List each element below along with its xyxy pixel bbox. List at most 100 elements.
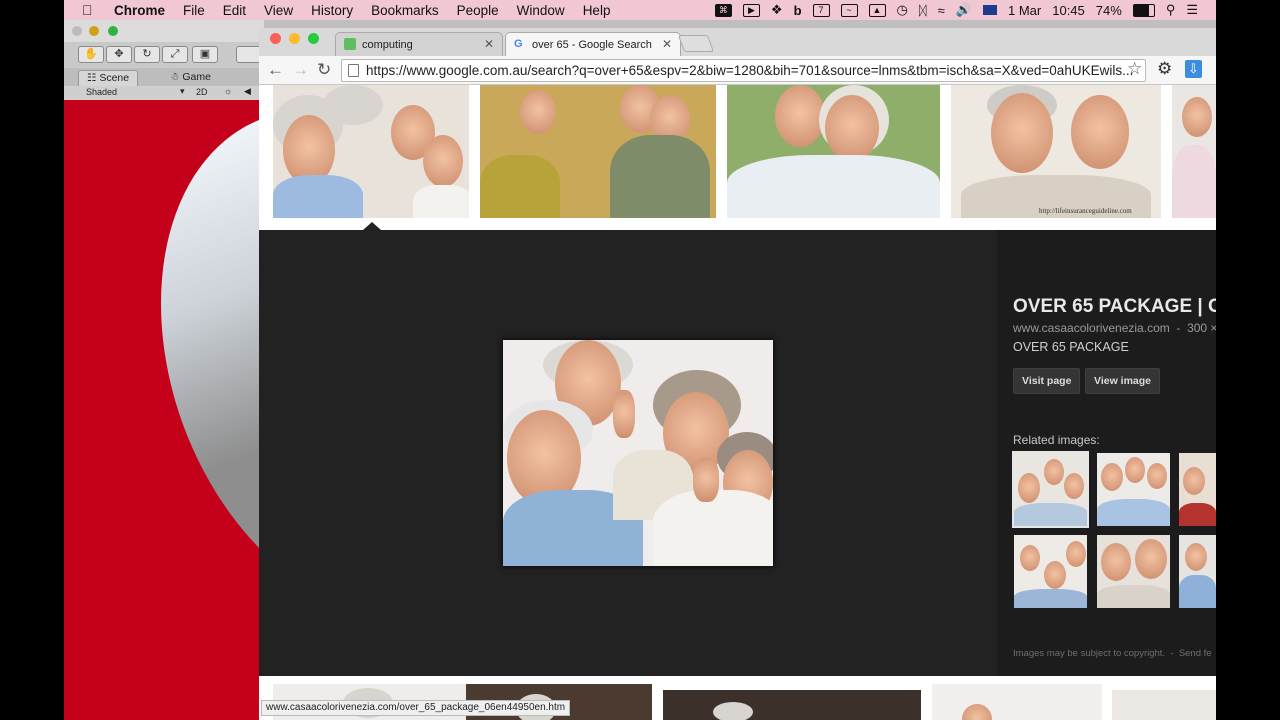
move-tool-icon[interactable]: ✥ <box>106 46 132 63</box>
close-tab-icon[interactable]: ✕ <box>662 37 672 51</box>
zoom-window-button[interactable] <box>308 33 319 44</box>
related-image[interactable] <box>1179 535 1216 608</box>
related-image[interactable] <box>1012 451 1089 528</box>
light-toggle-icon[interactable]: ☼ <box>224 86 232 96</box>
hand-tool-icon[interactable]: ✋ <box>78 46 104 63</box>
flag-icon[interactable] <box>983 5 997 15</box>
scene-toolbar: Shaded ▾ 2D ☼ ◀ <box>64 86 264 100</box>
menu-window[interactable]: Window <box>517 3 565 18</box>
clock-date[interactable]: 1 Mar <box>1008 3 1041 18</box>
address-bar[interactable]: https://www.google.com.au/search?q=over+… <box>341 59 1146 82</box>
close-tab-icon[interactable]: ✕ <box>484 37 494 51</box>
minimize-button[interactable] <box>89 26 99 36</box>
chevron-down-icon: ▾ <box>180 86 185 96</box>
menu-bookmarks[interactable]: Bookmarks <box>371 3 439 18</box>
status-bubble: www.casaacolorivenezia.com/over_65_packa… <box>261 700 571 716</box>
related-images-label: Related images: <box>1013 433 1100 447</box>
video-icon[interactable]: ▶ <box>742 3 760 17</box>
rect-tool-icon[interactable]: ▣ <box>192 46 218 63</box>
tab-strip: computing ✕ G over 65 - Google Search ✕ <box>259 28 1216 56</box>
apple-menu-icon[interactable]:  <box>82 2 100 18</box>
cast-icon[interactable]: ~ <box>840 3 858 17</box>
preview-image[interactable] <box>503 340 773 566</box>
calendar-icon[interactable]: 7 <box>812 3 830 17</box>
bluetooth-icon[interactable]: ᛞ <box>919 3 927 18</box>
mac-menubar:  Chrome File Edit View History Bookmark… <box>64 0 1216 20</box>
image-result[interactable] <box>1172 85 1216 218</box>
close-button[interactable] <box>72 26 82 36</box>
airplay-icon[interactable]: ▲ <box>868 3 886 17</box>
url-text: https://www.google.com.au/search?q=over+… <box>366 63 1134 78</box>
tab-computing[interactable]: computing ✕ <box>335 32 503 56</box>
menubar-status: ⌘ ▶ ❖ b 7 ~ ▲ ◷ ᛞ ≈ 🔊 1 Mar 10:45 74% ⚲ … <box>714 0 1216 20</box>
preview-title[interactable]: OVER 65 PACKAGE | C <box>1013 296 1216 318</box>
watermark-text: http://lifeinsuranceguideline.com <box>1039 207 1132 215</box>
menu-file[interactable]: File <box>183 3 205 18</box>
image-result[interactable] <box>663 690 921 720</box>
back-icon[interactable]: ← <box>267 60 284 80</box>
image-result[interactable] <box>273 85 469 218</box>
close-window-button[interactable] <box>270 33 281 44</box>
scene-view[interactable] <box>64 56 264 720</box>
image-result[interactable] <box>480 85 716 218</box>
tab-over-65[interactable]: G over 65 - Google Search ✕ <box>505 32 681 56</box>
browser-toolbar: ← → ↻ https://www.google.com.au/search?q… <box>259 56 1216 85</box>
2d-toggle[interactable]: 2D <box>196 87 208 97</box>
menu-edit[interactable]: Edit <box>223 3 246 18</box>
image-result[interactable] <box>1112 690 1216 720</box>
menu-history[interactable]: History <box>311 3 353 18</box>
image-result[interactable]: http://lifeinsuranceguideline.com <box>951 85 1161 218</box>
unity-editor-window: ✋ ✥ ↻ ⤢ ▣ ☷ Scene ☃ Game Shaded ▾ 2D ☼ ◀ <box>64 20 264 720</box>
bookmark-star-icon[interactable]: ☆ <box>1127 59 1142 79</box>
time-machine-icon[interactable]: ◷ <box>897 2 908 18</box>
battery-percent[interactable]: 74% <box>1096 3 1122 18</box>
clock-time[interactable]: 10:45 <box>1052 3 1085 18</box>
selected-caret <box>363 222 381 230</box>
image-result[interactable] <box>932 684 1102 720</box>
chrome-window: computing ✕ G over 65 - Google Search ✕ … <box>259 28 1216 720</box>
related-image[interactable] <box>1097 453 1170 526</box>
gear-icon[interactable]: ⚙ <box>1157 59 1172 79</box>
related-image[interactable] <box>1179 453 1216 526</box>
image-preview-panel: OVER 65 PACKAGE | C www.casaacolorivenez… <box>259 230 1216 676</box>
volume-icon[interactable]: 🔊 <box>956 2 972 18</box>
preview-source[interactable]: www.casaacolorivenezia.com - 300 × 2 <box>1013 321 1216 335</box>
related-image[interactable] <box>1014 535 1087 608</box>
menu-view[interactable]: View <box>264 3 293 18</box>
audio-toggle-icon[interactable]: ◀ <box>244 86 251 97</box>
visit-page-button[interactable]: Visit page <box>1013 368 1081 394</box>
preview-sidebar: OVER 65 PACKAGE | C www.casaacolorivenez… <box>997 230 1216 676</box>
dropbox-icon[interactable]: ❖ <box>771 2 783 18</box>
command-icon[interactable]: ⌘ <box>714 3 732 17</box>
app-menu[interactable]: Chrome <box>114 3 165 18</box>
menu-people[interactable]: People <box>457 3 499 18</box>
image-result[interactable] <box>727 85 940 218</box>
b-icon[interactable]: b <box>794 3 802 18</box>
new-tab-button[interactable] <box>677 35 715 52</box>
zoom-button[interactable] <box>108 26 118 36</box>
scale-tool-icon[interactable]: ⤢ <box>162 46 188 63</box>
notification-center-icon[interactable]: ☰ <box>1186 2 1198 18</box>
view-image-button[interactable]: View image <box>1085 368 1161 394</box>
send-feedback-link[interactable]: Send fe <box>1179 648 1212 659</box>
rotate-tool-icon[interactable]: ↻ <box>134 46 160 63</box>
minimize-window-button[interactable] <box>289 33 300 44</box>
download-icon[interactable]: ⇩ <box>1185 60 1202 78</box>
image-size: 300 × 2 <box>1187 321 1216 335</box>
wifi-icon[interactable]: ≈ <box>938 3 945 18</box>
reload-icon[interactable]: ↻ <box>317 60 331 80</box>
tab-label: computing <box>362 38 413 51</box>
related-image[interactable] <box>1097 535 1170 608</box>
letterbox-right <box>1216 0 1280 720</box>
google-favicon: G <box>514 38 523 50</box>
desktop:  Chrome File Edit View History Bookmark… <box>64 0 1216 720</box>
shading-dropdown[interactable]: Shaded <box>86 87 117 97</box>
battery-icon[interactable] <box>1132 3 1155 17</box>
spotlight-icon[interactable]: ⚲ <box>1166 2 1176 18</box>
letterbox-left <box>0 0 64 720</box>
tab-game[interactable]: ☃ Game <box>162 70 219 86</box>
tab-scene[interactable]: ☷ Scene <box>78 70 139 86</box>
menu-help[interactable]: Help <box>583 3 611 18</box>
preview-description: OVER 65 PACKAGE <box>1013 340 1129 354</box>
forward-icon[interactable]: → <box>292 60 309 80</box>
